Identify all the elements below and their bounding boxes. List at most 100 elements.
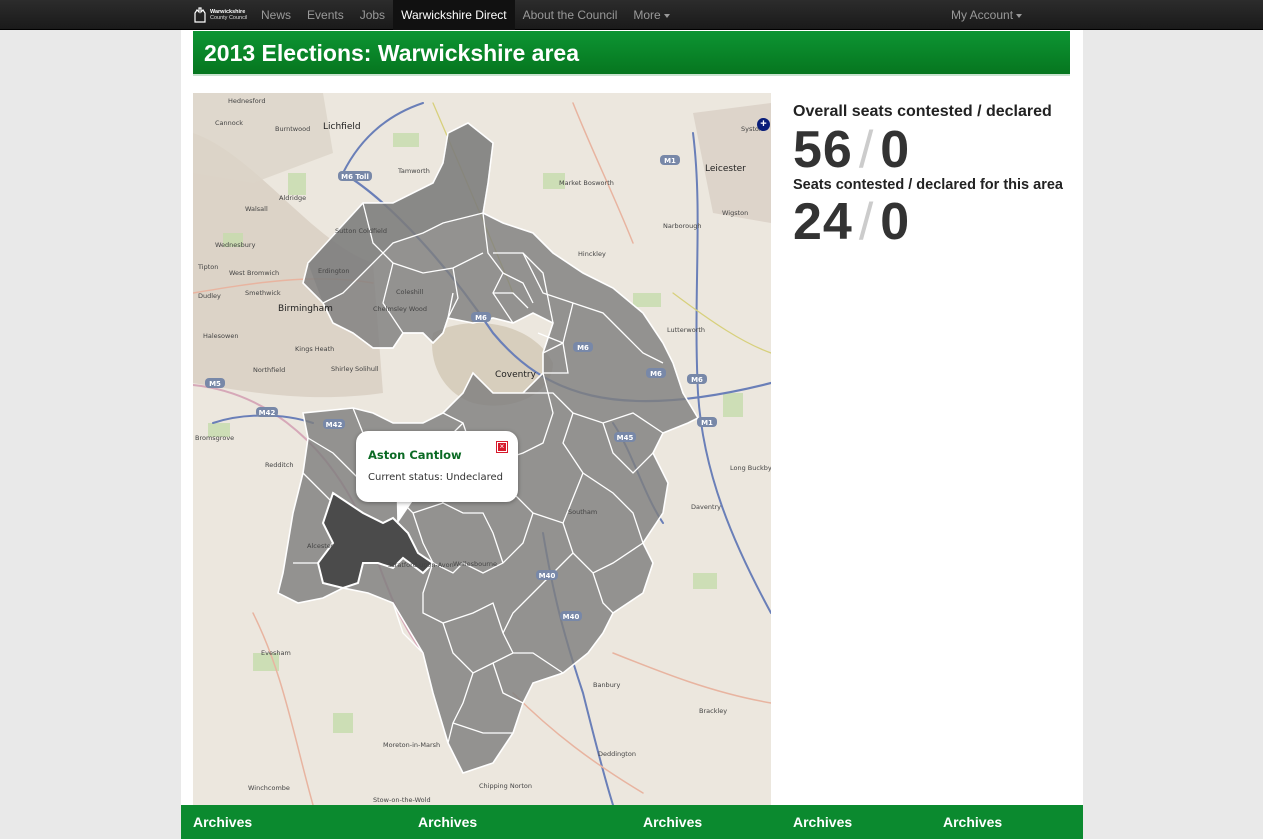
- svg-text:M6: M6: [475, 314, 487, 322]
- nav-more-label: More: [633, 8, 661, 22]
- svg-text:Daventry: Daventry: [691, 503, 721, 511]
- chevron-down-icon: [1016, 13, 1023, 18]
- nav-news[interactable]: News: [253, 0, 299, 30]
- close-icon[interactable]: ×: [496, 441, 508, 453]
- svg-text:Halesowen: Halesowen: [203, 332, 238, 340]
- svg-text:M6: M6: [577, 344, 589, 352]
- nav-warwickshire-direct[interactable]: Warwickshire Direct: [393, 0, 515, 30]
- footer-archives-link[interactable]: Archives: [643, 814, 702, 830]
- zoom-in-icon[interactable]: +: [757, 118, 770, 131]
- svg-text:Stow-on-the-Wold: Stow-on-the-Wold: [373, 796, 431, 804]
- svg-text:M6: M6: [691, 376, 703, 384]
- page-title: 2013 Elections: Warwickshire area: [204, 40, 580, 66]
- popup-division-name: Aston Cantlow: [368, 448, 462, 462]
- election-map[interactable]: M6 Toll M6 M6 M6 M6 M1 M1 M42 M42 M5 M45…: [193, 93, 771, 805]
- svg-text:Northfield: Northfield: [253, 366, 285, 374]
- svg-text:Evesham: Evesham: [261, 649, 291, 657]
- svg-text:Brackley: Brackley: [699, 707, 727, 715]
- svg-text:Deddington: Deddington: [598, 750, 636, 758]
- svg-text:Redditch: Redditch: [265, 461, 294, 469]
- main-nav: News Events Jobs Warwickshire Direct Abo…: [253, 0, 678, 30]
- account-nav: My Account: [943, 0, 1030, 30]
- svg-text:Tipton: Tipton: [197, 263, 218, 271]
- area-seats-count: 24/0: [793, 193, 1078, 251]
- svg-text:M40: M40: [539, 572, 556, 580]
- svg-text:Banbury: Banbury: [593, 681, 620, 689]
- separator: /: [858, 121, 875, 179]
- svg-text:Birmingham: Birmingham: [278, 304, 333, 314]
- svg-text:M5: M5: [209, 380, 221, 388]
- svg-text:M1: M1: [701, 419, 713, 427]
- svg-text:Lutterworth: Lutterworth: [667, 326, 705, 334]
- svg-text:M6: M6: [650, 370, 662, 378]
- svg-text:M6 Toll: M6 Toll: [341, 173, 369, 181]
- my-account-dropdown[interactable]: My Account: [943, 0, 1030, 30]
- footer-archives-link[interactable]: Archives: [418, 814, 477, 830]
- svg-text:Long Buckby: Long Buckby: [730, 464, 771, 472]
- top-navbar: Warwickshire County Council News Events …: [0, 0, 1263, 30]
- svg-text:M42: M42: [259, 409, 276, 417]
- svg-text:M42: M42: [326, 421, 343, 429]
- area-seats-label: Seats contested / declared for this area: [793, 177, 1063, 193]
- svg-text:Kings Heath: Kings Heath: [295, 345, 334, 353]
- svg-text:M45: M45: [617, 434, 634, 442]
- svg-text:M1: M1: [664, 157, 676, 165]
- bear-crest-icon: [194, 7, 206, 23]
- svg-text:Burntwood: Burntwood: [275, 125, 310, 133]
- svg-text:Wednesbury: Wednesbury: [215, 241, 256, 249]
- footer-archives-link[interactable]: Archives: [943, 814, 1002, 830]
- footer-archives-link[interactable]: Archives: [793, 814, 852, 830]
- popup-status: Current status: Undeclared: [368, 472, 503, 483]
- page-header: 2013 Elections: Warwickshire area: [193, 31, 1070, 76]
- svg-text:Leicester: Leicester: [705, 164, 746, 174]
- svg-text:Alcester: Alcester: [307, 542, 334, 550]
- svg-text:Chipping Norton: Chipping Norton: [479, 782, 532, 790]
- chevron-down-icon: [663, 13, 670, 18]
- svg-text:Aldridge: Aldridge: [279, 194, 306, 202]
- footer-bar: Archives Archives Archives Archives Arch…: [181, 805, 1083, 839]
- nav-about-the-council[interactable]: About the Council: [515, 0, 626, 30]
- svg-text:Stratford-upon-Avon: Stratford-upon-Avon: [388, 561, 454, 569]
- svg-text:West Bromwich: West Bromwich: [229, 269, 279, 277]
- my-account-label: My Account: [951, 8, 1014, 22]
- svg-text:Chelmsley Wood: Chelmsley Wood: [373, 305, 427, 313]
- council-logo[interactable]: Warwickshire County Council: [193, 4, 247, 26]
- svg-text:Coleshill: Coleshill: [396, 288, 423, 296]
- nav-more-dropdown[interactable]: More: [625, 0, 677, 30]
- svg-text:Market Bosworth: Market Bosworth: [559, 179, 614, 187]
- svg-text:Bromsgrove: Bromsgrove: [195, 434, 234, 442]
- overall-seats-label: Overall seats contested / declared: [793, 103, 1052, 120]
- svg-text:Tamworth: Tamworth: [397, 167, 430, 175]
- svg-text:Cannock: Cannock: [215, 119, 243, 127]
- svg-text:Winchcombe: Winchcombe: [248, 784, 290, 792]
- overall-contested-value: 56: [793, 121, 853, 179]
- svg-text:Hinckley: Hinckley: [578, 250, 606, 258]
- svg-text:Walsall: Walsall: [245, 205, 268, 213]
- svg-text:Moreton-in-Marsh: Moreton-in-Marsh: [383, 741, 440, 749]
- area-declared-value: 0: [880, 193, 911, 251]
- division-popup: Aston Cantlow Current status: Undeclared…: [356, 431, 518, 502]
- area-contested-value: 24: [793, 193, 853, 251]
- overall-declared-value: 0: [880, 121, 911, 179]
- svg-text:Southam: Southam: [568, 508, 597, 516]
- svg-text:Lichfield: Lichfield: [323, 122, 361, 132]
- svg-text:Solihull: Solihull: [355, 365, 379, 373]
- svg-text:Erdington: Erdington: [318, 267, 350, 275]
- brand-line-2: County Council: [210, 15, 248, 21]
- nav-jobs[interactable]: Jobs: [352, 0, 393, 30]
- seat-stats: Overall seats contested / declared 56/0 …: [793, 103, 1078, 251]
- svg-text:Wigston: Wigston: [722, 209, 748, 217]
- svg-text:Shirley: Shirley: [331, 365, 354, 373]
- svg-text:Sutton Coldfield: Sutton Coldfield: [335, 227, 387, 235]
- svg-text:Hednesford: Hednesford: [228, 97, 265, 105]
- overall-seats-count: 56/0: [793, 121, 1078, 179]
- separator: /: [858, 193, 875, 251]
- svg-text:Coventry: Coventry: [495, 370, 537, 380]
- footer-archives-link[interactable]: Archives: [193, 814, 252, 830]
- nav-events[interactable]: Events: [299, 0, 352, 30]
- svg-text:M40: M40: [563, 613, 580, 621]
- main-content: 2013 Elections: Warwickshire area M6 Tol…: [181, 30, 1083, 839]
- svg-text:Smethwick: Smethwick: [245, 289, 281, 297]
- svg-text:Dudley: Dudley: [198, 292, 221, 300]
- svg-text:Wellesbourne: Wellesbourne: [453, 560, 497, 568]
